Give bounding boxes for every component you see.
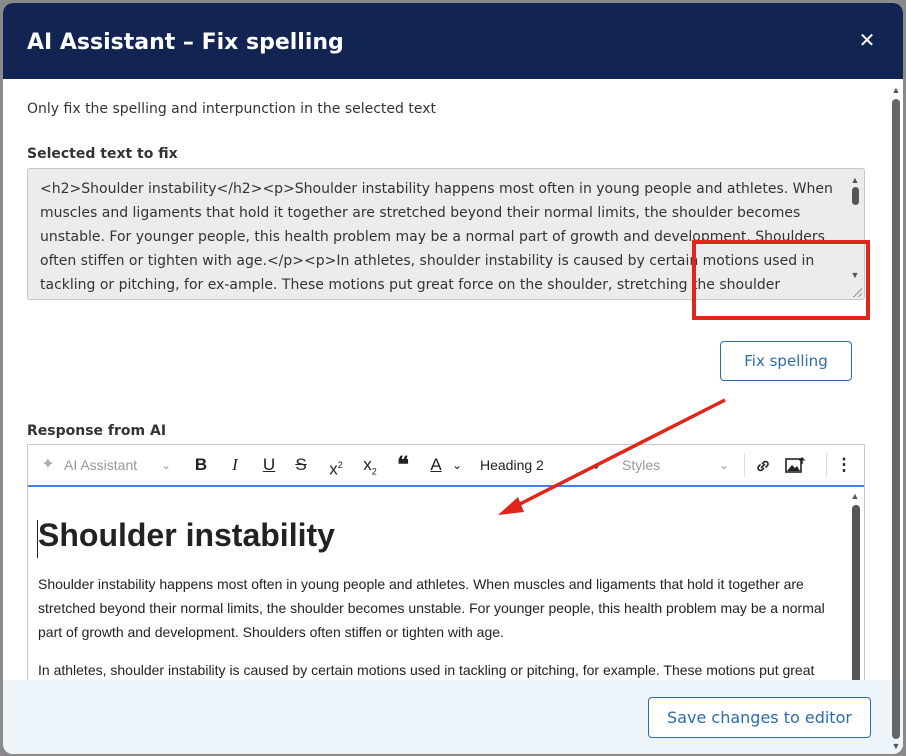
annotation-arrow-icon xyxy=(498,398,726,515)
